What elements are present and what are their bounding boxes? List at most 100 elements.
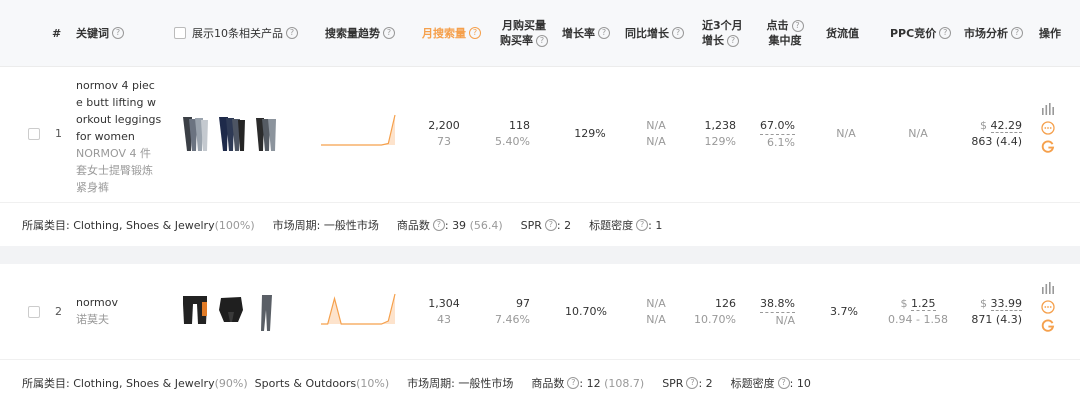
market-cycle-value: 一般性市场 <box>458 377 514 390</box>
ppc-cell[interactable]: $ 1.25 0.94 - 1.58 <box>886 296 950 328</box>
trend-area <box>321 115 395 145</box>
row-separator <box>0 246 1080 264</box>
monthly-search-cell: 1,304 43 <box>428 297 460 326</box>
search-trend-sparkline[interactable] <box>320 290 396 330</box>
product-thumbnail[interactable] <box>252 294 282 332</box>
help-circle-icon[interactable]: ? <box>469 27 481 39</box>
more-circle-icon[interactable] <box>1041 300 1055 314</box>
row-checkbox[interactable] <box>28 128 40 140</box>
help-circle-icon[interactable]: ? <box>672 27 684 39</box>
header-index: # <box>52 26 62 40</box>
flow-cell: 3.7% <box>830 305 858 318</box>
header-market[interactable]: 市场分析? <box>964 0 1023 66</box>
bar-chart-icon[interactable] <box>1041 281 1055 295</box>
growth-cell: 10.70% <box>565 305 607 318</box>
keyword-translation: 紧身裤 <box>76 181 109 194</box>
category-link[interactable]: Clothing, Shoes & Jewelry <box>73 377 214 390</box>
product-thumbnail[interactable] <box>180 115 210 153</box>
search-trend-sparkline[interactable] <box>320 111 396 151</box>
help-circle-icon[interactable]: ? <box>544 219 557 231</box>
product-count-label: 商品数 <box>396 219 430 232</box>
keyword-table: # 关键词? 展示10条相关产品? 搜索量趋势? 月搜索量? 月购买量 购买率? … <box>0 0 1080 406</box>
header-ops: 操作 <box>1039 26 1061 40</box>
keyword-cell[interactable]: normov 4 piec e butt lifting w orkout le… <box>76 77 166 196</box>
help-circle-icon[interactable]: ? <box>636 219 649 231</box>
header-click[interactable]: 点击? 集中度 <box>762 0 808 66</box>
product-thumbnail[interactable] <box>216 115 246 153</box>
help-circle-icon[interactable]: ? <box>567 377 580 389</box>
header-trend[interactable]: 搜索量趋势? <box>325 0 395 66</box>
monthly-buy-cell: 118 5.40% <box>495 119 530 148</box>
help-circle-icon[interactable]: ? <box>432 219 445 231</box>
keyword-text[interactable]: e butt lifting w <box>76 94 166 111</box>
keyword-text[interactable]: normov 4 piec <box>76 77 166 94</box>
header-flow[interactable]: 货流值 <box>826 0 859 66</box>
keyword-text[interactable]: orkout leggings <box>76 111 166 128</box>
flow-cell: N/A <box>836 127 856 140</box>
header-products[interactable]: 展示10条相关产品? <box>174 0 298 66</box>
help-circle-icon[interactable]: ? <box>727 35 739 47</box>
keyword-translation: 诺莫夫 <box>76 313 109 326</box>
row-checkbox[interactable] <box>28 306 40 318</box>
three-month-cell: 126 10.70% <box>694 297 736 326</box>
help-circle-icon[interactable]: ? <box>536 35 548 47</box>
table-row: 1 normov 4 piec e butt lifting w orkout … <box>0 67 1080 201</box>
help-circle-icon[interactable]: ? <box>777 377 790 389</box>
spr-label: SPR <box>520 218 542 232</box>
keyword-text[interactable]: for women <box>76 128 166 145</box>
market-analysis-cell[interactable]: $ 42.29 863 (4.4) <box>952 118 1022 150</box>
category-link[interactable]: Sports & Outdoors <box>255 377 356 390</box>
help-circle-icon[interactable]: ? <box>1011 27 1023 39</box>
category-bar: 所属类目: Clothing, Shoes & Jewelry (90%) Spo… <box>0 359 1080 406</box>
ppc-cell: N/A <box>908 127 928 140</box>
click-concentration-cell[interactable]: 67.0% 6.1% <box>735 118 795 151</box>
product-thumbnail[interactable] <box>180 294 210 332</box>
spr-label: SPR <box>662 376 684 390</box>
market-cycle-value: 一般性市场 <box>323 219 379 232</box>
title-density-label: 标题密度 <box>589 219 634 232</box>
market-analysis-cell[interactable]: $ 33.99 871 (4.3) <box>952 296 1022 328</box>
table-header: # 关键词? 展示10条相关产品? 搜索量趋势? 月搜索量? 月购买量 购买率? … <box>0 0 1080 67</box>
help-circle-icon[interactable]: ? <box>112 27 124 39</box>
row-actions <box>1041 101 1055 158</box>
category-link[interactable]: Clothing, Shoes & Jewelry <box>73 219 214 232</box>
help-circle-icon[interactable]: ? <box>791 20 804 32</box>
header-growth[interactable]: 增长率? <box>562 0 610 66</box>
product-thumbnail[interactable] <box>216 294 246 332</box>
monthly-buy-cell: 97 7.46% <box>495 297 530 326</box>
three-month-cell: 1,238 129% <box>704 119 737 148</box>
show-products-checkbox[interactable] <box>174 27 186 39</box>
header-three-month[interactable]: 近3个月 增长? <box>702 0 743 66</box>
help-circle-icon[interactable]: ? <box>286 27 298 39</box>
category-label: 所属类目: <box>22 377 70 390</box>
bar-chart-icon[interactable] <box>1041 102 1055 116</box>
trend-line <box>321 114 396 146</box>
header-monthly-buy[interactable]: 月购买量 购买率? <box>494 0 554 66</box>
help-circle-icon[interactable]: ? <box>686 377 699 389</box>
monthly-search-cell: 2,200 73 <box>428 119 460 148</box>
market-cycle-label: 市场周期: <box>407 377 455 390</box>
row-index: 2 <box>55 305 62 318</box>
help-circle-icon[interactable]: ? <box>598 27 610 39</box>
click-concentration-cell[interactable]: 38.8% N/A <box>735 296 795 329</box>
keyword-text[interactable]: normov <box>76 294 166 311</box>
help-circle-icon[interactable]: ? <box>383 27 395 39</box>
keyword-translation: 套女士提臀锻炼 <box>76 164 153 177</box>
category-label: 所属类目: <box>22 219 70 232</box>
google-icon[interactable] <box>1041 319 1055 333</box>
header-yoy[interactable]: 同比增长? <box>625 0 684 66</box>
keyword-cell[interactable]: normov 诺莫夫 <box>76 294 166 328</box>
row-actions <box>1041 280 1055 337</box>
row-index: 1 <box>55 127 62 140</box>
table-row: 2 normov 诺莫夫 1,304 43 97 7.46% 10.70% N/A N… <box>0 264 1080 358</box>
product-thumbnail[interactable] <box>252 115 282 153</box>
product-count-label: 商品数 <box>531 377 565 390</box>
keyword-translation: NORMOV 4 件 <box>76 147 152 160</box>
header-monthly-search[interactable]: 月搜索量? <box>422 0 481 66</box>
header-ppc[interactable]: PPC竞价? <box>890 0 952 66</box>
title-density-label: 标题密度 <box>730 377 775 390</box>
help-circle-icon[interactable]: ? <box>939 27 952 39</box>
google-icon[interactable] <box>1041 140 1055 154</box>
more-circle-icon[interactable] <box>1041 121 1055 135</box>
header-keyword[interactable]: 关键词? <box>76 0 124 66</box>
